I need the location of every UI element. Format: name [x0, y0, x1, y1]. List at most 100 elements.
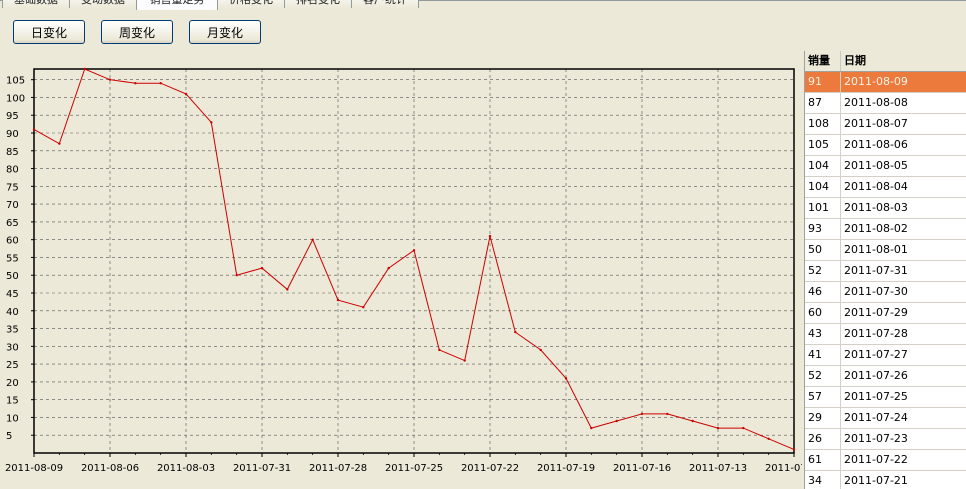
table-row[interactable]: 104 2011-08-05: [805, 156, 966, 177]
data-point: [590, 426, 593, 430]
x-tick-label: 2011-07-19: [537, 463, 595, 474]
tab-price-change[interactable]: 价格变化: [217, 0, 285, 8]
y-tick-label: 40: [6, 307, 19, 318]
table-row[interactable]: 108 2011-08-07: [805, 114, 966, 135]
y-tick-label: 45: [6, 289, 19, 300]
monthly-change-button[interactable]: 月变化: [189, 20, 261, 44]
date-cell: 2011-07-27: [844, 348, 908, 361]
header-date[interactable]: 日期: [841, 51, 866, 71]
table-row[interactable]: 50 2011-08-01: [805, 240, 966, 261]
date-cell: 2011-07-28: [844, 327, 908, 340]
data-point: [362, 306, 365, 309]
data-point: [463, 359, 466, 362]
sales-cell: 26: [805, 429, 841, 449]
table-row[interactable]: 52 2011-07-31: [805, 261, 966, 282]
table-row[interactable]: 46 2011-07-30: [805, 282, 966, 303]
sales-cell: 52: [805, 261, 841, 281]
date-cell: 2011-08-07: [844, 117, 908, 130]
sales-cell: 108: [805, 114, 841, 134]
table-row[interactable]: 93 2011-08-02: [805, 219, 966, 240]
table-row[interactable]: 57 2011-07-25: [805, 387, 966, 408]
data-point: [260, 266, 264, 270]
tab-rank-change[interactable]: 排名变化: [284, 0, 352, 8]
tab-customer-stats[interactable]: 客户统计: [351, 0, 419, 8]
y-tick-label: 70: [6, 200, 19, 211]
tab-change-data[interactable]: 变动数据: [69, 0, 137, 8]
x-tick-label: 2011-07-28: [309, 463, 367, 474]
y-tick-label: 15: [6, 396, 19, 407]
x-tick-label: 2011-08-09: [5, 463, 63, 474]
x-tick-label: 2011-07-22: [461, 463, 519, 474]
x-tick-label: 2011-07-31: [233, 463, 291, 474]
data-point: [387, 266, 390, 270]
data-point: [615, 419, 618, 423]
data-point: [412, 249, 416, 252]
table-row[interactable]: 52 2011-07-26: [805, 366, 966, 387]
y-tick-label: 85: [6, 147, 19, 158]
date-cell: 2011-07-24: [844, 411, 908, 424]
data-point: [159, 82, 162, 85]
data-point: [311, 238, 314, 241]
sales-cell: 34: [805, 471, 841, 489]
table-row[interactable]: 26 2011-07-23: [805, 429, 966, 450]
data-point: [640, 412, 644, 416]
weekly-change-button[interactable]: 周变化: [101, 20, 173, 44]
date-cell: 2011-08-03: [844, 201, 908, 214]
data-point: [58, 142, 61, 145]
sales-cell: 105: [805, 135, 841, 155]
sales-cell: 104: [805, 177, 841, 197]
data-point: [514, 330, 517, 334]
date-cell: 2011-08-08: [844, 96, 908, 109]
x-tick-label: 2011-08-06: [81, 463, 139, 474]
sales-table[interactable]: 销量 日期 91 2011-08-09 87 2011-08-08 108 2011-08…: [804, 51, 966, 489]
date-cell: 2011-07-31: [844, 264, 908, 277]
table-row[interactable]: 29 2011-07-24: [805, 408, 966, 429]
data-point: [235, 274, 238, 277]
y-tick-label: 80: [6, 165, 19, 176]
x-tick-label: 2011-07-10: [765, 463, 802, 474]
table-row[interactable]: 101 2011-08-03: [805, 198, 966, 219]
table-row[interactable]: 104 2011-08-04: [805, 177, 966, 198]
data-point: [767, 437, 770, 440]
y-tick-label: 5: [6, 431, 12, 442]
header-sales[interactable]: 销量: [805, 51, 841, 71]
date-cell: 2011-07-29: [844, 306, 908, 319]
table-row[interactable]: 43 2011-07-28: [805, 324, 966, 345]
data-point: [438, 348, 441, 352]
sales-cell: 41: [805, 345, 841, 365]
table-row[interactable]: 91 2011-08-09: [805, 72, 966, 93]
data-point: [134, 82, 137, 85]
data-point: [488, 234, 492, 238]
data-point: [742, 426, 745, 430]
data-point: [691, 419, 694, 423]
table-row[interactable]: 34 2011-07-21: [805, 471, 966, 489]
date-cell: 2011-08-06: [844, 138, 908, 151]
data-point: [564, 377, 568, 380]
table-row[interactable]: 60 2011-07-29: [805, 303, 966, 324]
y-tick-label: 105: [6, 76, 25, 87]
sales-cell: 57: [805, 387, 841, 407]
table-row[interactable]: 41 2011-07-27: [805, 345, 966, 366]
y-tick-label: 25: [6, 360, 19, 371]
y-tick-label: 60: [6, 236, 19, 247]
sales-cell: 50: [805, 240, 841, 260]
sales-cell: 60: [805, 303, 841, 323]
data-point: [666, 412, 669, 416]
y-tick-label: 95: [6, 111, 19, 122]
date-cell: 2011-07-26: [844, 369, 908, 382]
y-tick-label: 35: [6, 325, 19, 336]
tab-basic-data[interactable]: 基础数据: [2, 0, 70, 8]
data-point: [210, 121, 213, 124]
table-row[interactable]: 61 2011-07-22: [805, 450, 966, 471]
data-point: [32, 128, 36, 131]
table-row[interactable]: 105 2011-08-06: [805, 135, 966, 156]
tab-sales-trend[interactable]: 销售量走势: [136, 0, 218, 10]
sales-cell: 87: [805, 93, 841, 113]
date-cell: 2011-07-21: [844, 474, 908, 487]
table-row[interactable]: 87 2011-08-08: [805, 93, 966, 114]
sales-cell: 91: [805, 72, 841, 92]
sales-cell: 29: [805, 408, 841, 428]
y-tick-label: 30: [6, 342, 19, 353]
sales-cell: 43: [805, 324, 841, 344]
daily-change-button[interactable]: 日变化: [13, 20, 85, 44]
